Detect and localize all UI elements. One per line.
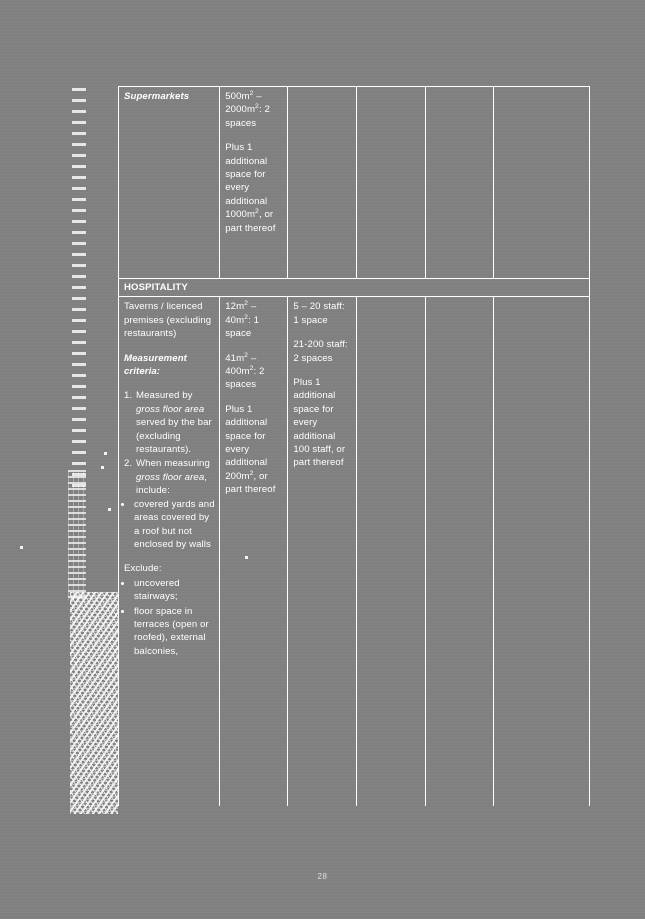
cell-use-supermarkets: Supermarkets xyxy=(117,86,221,279)
list-item: When measuring gross floor area, include… xyxy=(135,457,215,497)
list-item: covered yards and areas covered by a roo… xyxy=(133,498,215,552)
page-number: 28 xyxy=(317,872,328,881)
table-row-category: HOSPITALITY xyxy=(118,277,590,298)
cell-staff-supermarkets xyxy=(287,86,358,279)
include-bullet-list: covered yards and areas covered by a roo… xyxy=(124,498,215,552)
use-title-taverns: Taverns / licenced premises (excluding r… xyxy=(124,301,212,340)
cell-col5-supermarkets xyxy=(424,86,494,279)
cell-col6-supermarkets xyxy=(492,86,591,279)
scan-artifact-margin-dashes xyxy=(72,88,86,488)
exclude-heading: Exclude: xyxy=(124,563,162,575)
cell-staff-taverns: 5 – 20 staff: 1 space 21-200 staff: 2 sp… xyxy=(287,296,358,807)
table-row: Supermarkets 500m2 – 2000m2: 2 spaces Pl… xyxy=(117,86,591,279)
scan-artifact-margin-specks xyxy=(68,470,86,600)
list-item: uncovered stairways; xyxy=(133,577,215,604)
supermarket-rate-2: Plus 1 additional space for every additi… xyxy=(225,142,276,234)
use-title-supermarkets: Supermarkets xyxy=(124,91,190,102)
exclude-bullet-list: uncovered stairways; floor space in terr… xyxy=(124,577,215,658)
measurement-criteria-heading: Measurement criteria: xyxy=(124,352,187,378)
tavern-staff-rate-1: 5 – 20 staff: 1 space xyxy=(293,301,345,326)
cell-gfa-supermarkets: 500m2 – 2000m2: 2 spaces Plus 1 addition… xyxy=(219,86,289,279)
scan-speck xyxy=(104,452,107,455)
scan-speck xyxy=(20,546,23,549)
supermarket-rate-1: 500m2 – 2000m2: 2 spaces xyxy=(225,89,270,129)
table-row: Taverns / licenced premises (excluding r… xyxy=(117,296,591,807)
document-page: Supermarkets 500m2 – 2000m2: 2 spaces Pl… xyxy=(0,0,645,919)
category-heading-hospitality: HOSPITALITY xyxy=(118,277,590,298)
cell-col5-taverns xyxy=(424,296,494,807)
scan-speck xyxy=(108,508,111,511)
criteria-item-1-text: Measured by gross floor area served by t… xyxy=(136,390,212,456)
parking-requirements-table: Supermarkets 500m2 – 2000m2: 2 spaces Pl… xyxy=(117,86,591,807)
tavern-staff-rate-3: Plus 1 additional space for every additi… xyxy=(293,377,346,469)
cell-col6-taverns xyxy=(492,296,591,807)
cell-use-taverns: Taverns / licenced premises (excluding r… xyxy=(117,296,221,807)
cell-col4-supermarkets xyxy=(356,86,426,279)
tavern-staff-rate-2: 21-200 staff: 2 spaces xyxy=(293,339,348,364)
criteria-item-2-text: When measuring gross floor area, include… xyxy=(136,458,210,497)
tavern-gfa-rate-2: 41m2 – 400m2: 2 spaces xyxy=(225,351,265,391)
tavern-gfa-rate-3: Plus 1 additional space for every additi… xyxy=(225,403,276,496)
list-item: floor space in terraces (open or roofed)… xyxy=(133,605,215,659)
tavern-gfa-rate-1: 12m2 – 40m2: 1 space xyxy=(225,300,260,340)
cell-gfa-taverns: 12m2 – 40m2: 1 space 41m2 – 400m2: 2 spa… xyxy=(219,296,289,807)
list-item: Measured by gross floor area served by t… xyxy=(135,389,215,456)
scan-speck xyxy=(101,466,104,469)
scan-artifact-margin-smudge xyxy=(70,592,118,814)
measurement-criteria-list: Measured by gross floor area served by t… xyxy=(124,389,215,497)
cell-col4-taverns xyxy=(356,296,426,807)
